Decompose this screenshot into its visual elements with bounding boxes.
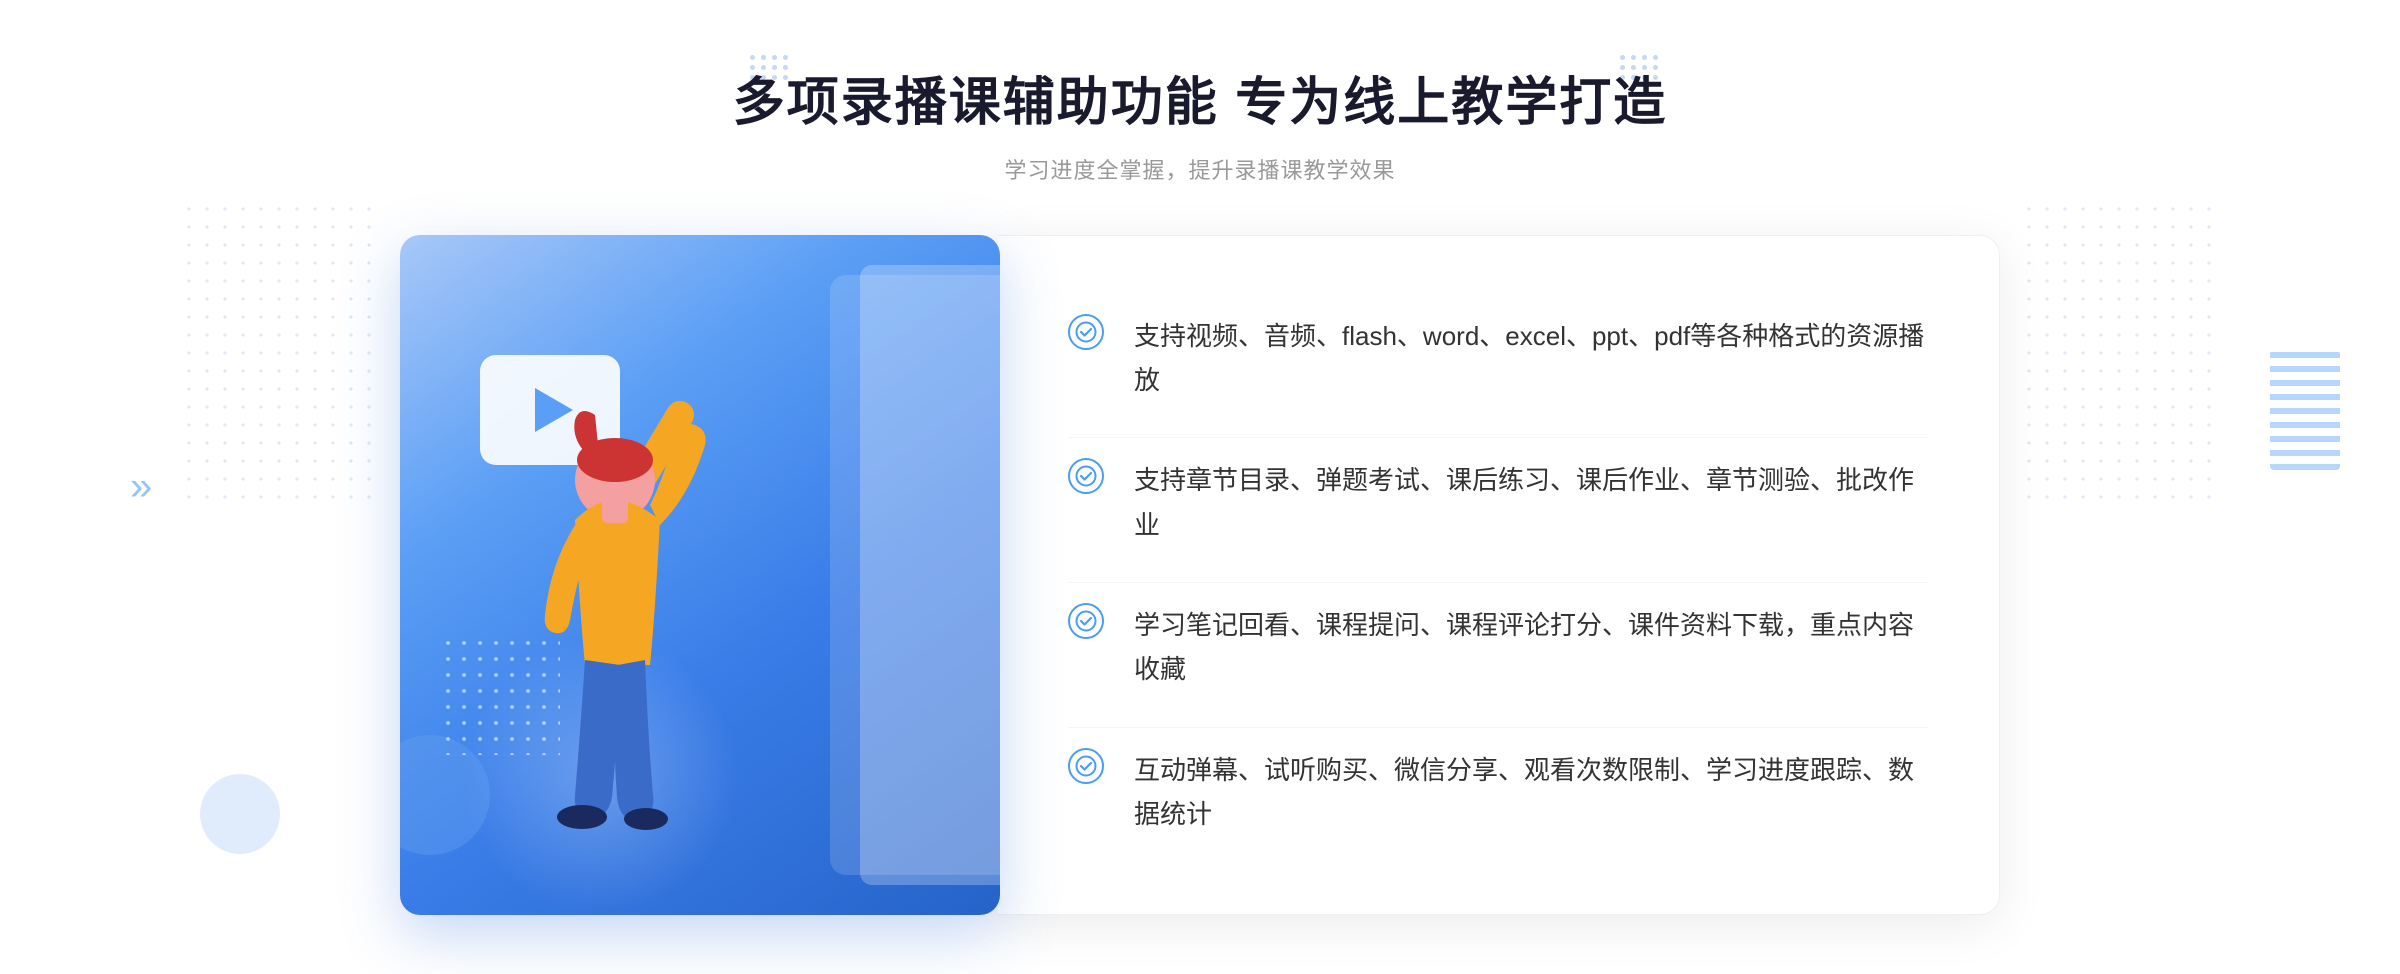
illustration-card	[400, 235, 1000, 915]
check-icon-4	[1068, 748, 1104, 784]
check-icon-1	[1068, 314, 1104, 350]
deco-circle-small	[200, 774, 280, 854]
bg-dots-left	[180, 200, 380, 500]
features-panel: 支持视频、音频、flash、word、excel、ppt、pdf等各种格式的资源…	[998, 235, 2000, 915]
feature-item-3: 学习笔记回看、课程提问、课程评论打分、课件资料下载，重点内容收藏	[1068, 582, 1929, 711]
page-header: 多项录播课辅助功能 专为线上教学打造 学习进度全掌握，提升录播课教学效果	[733, 60, 1667, 185]
arrow-decoration-left: »	[130, 465, 152, 510]
feature-item-4: 互动弹幕、试听购买、微信分享、观看次数限制、学习进度跟踪、数据统计	[1068, 727, 1929, 856]
feature-item-1: 支持视频、音频、flash、word、excel、ppt、pdf等各种格式的资源…	[1068, 294, 1929, 422]
check-icon-2	[1068, 458, 1104, 494]
inner-white-card	[860, 265, 1000, 885]
page-container: » 多项录播课辅助功能 专为线上教学打造 学习进度全掌握，提升录播课教学效果	[0, 0, 2400, 974]
main-content: 支持视频、音频、flash、word、excel、ppt、pdf等各种格式的资源…	[400, 235, 2000, 915]
feature-item-2: 支持章节目录、弹题考试、课后练习、课后作业、章节测验、批改作业	[1068, 437, 1929, 566]
feature-text-1: 支持视频、音频、flash、word、excel、ppt、pdf等各种格式的资源…	[1134, 314, 1929, 402]
bg-dots-right	[2020, 200, 2220, 500]
stripe-decoration	[2270, 350, 2340, 470]
feature-text-2: 支持章节目录、弹题考试、课后练习、课后作业、章节测验、批改作业	[1134, 458, 1929, 546]
person-illustration	[460, 335, 840, 915]
check-icon-3	[1068, 603, 1104, 639]
feature-text-4: 互动弹幕、试听购买、微信分享、观看次数限制、学习进度跟踪、数据统计	[1134, 748, 1929, 836]
page-title: 多项录播课辅助功能 专为线上教学打造	[733, 60, 1667, 135]
page-subtitle: 学习进度全掌握，提升录播课教学效果	[733, 153, 1667, 185]
feature-text-3: 学习笔记回看、课程提问、课程评论打分、课件资料下载，重点内容收藏	[1134, 603, 1929, 691]
